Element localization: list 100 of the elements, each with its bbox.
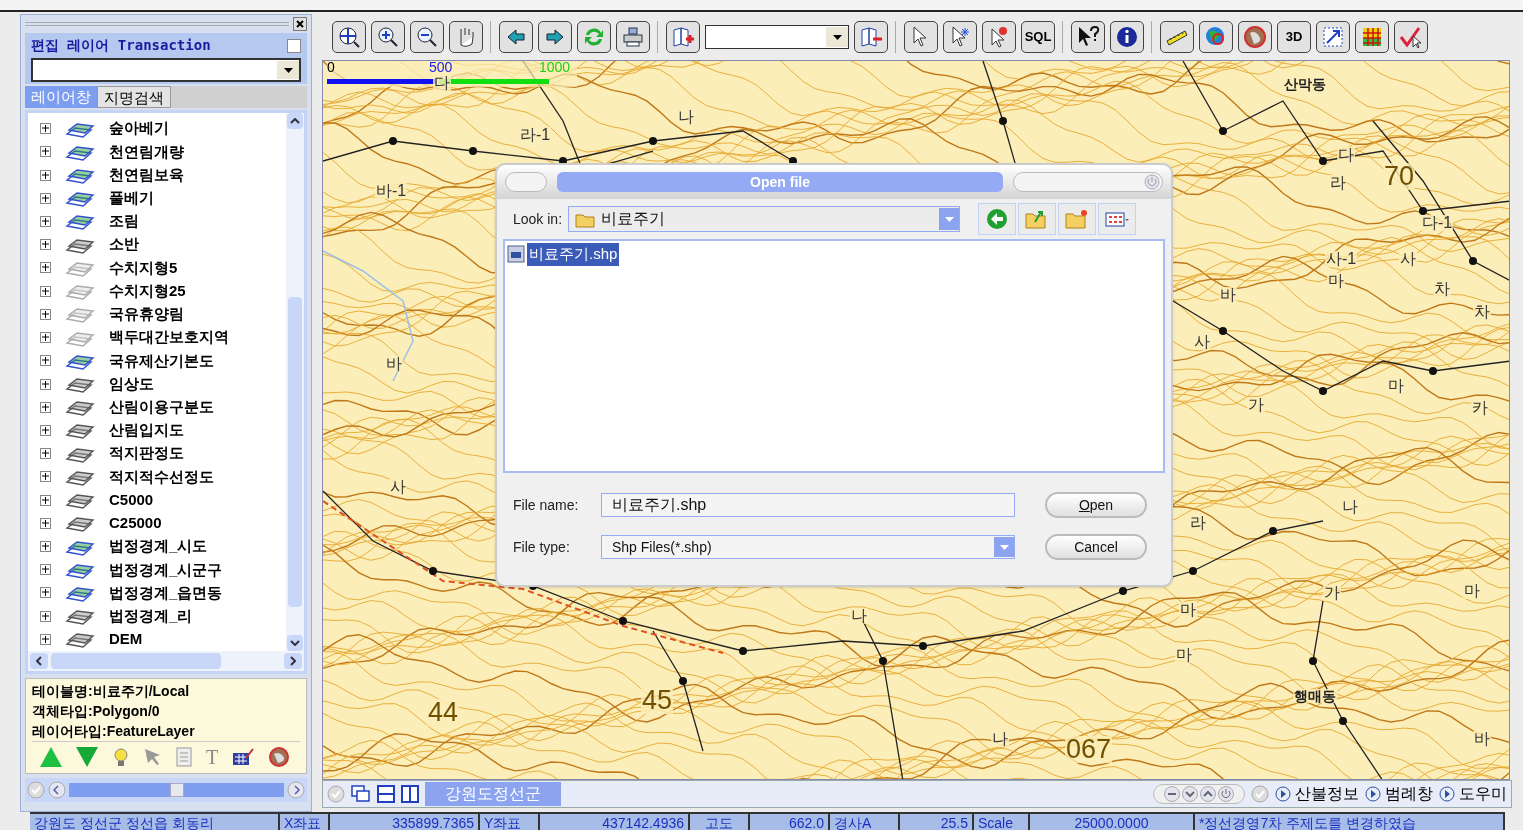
expand-toggle[interactable]	[40, 192, 51, 204]
expand-toggle[interactable]	[40, 355, 51, 367]
expand-toggle[interactable]	[40, 564, 51, 576]
next-icon[interactable]	[287, 781, 305, 799]
expand-toggle[interactable]	[40, 541, 51, 553]
minimize-icon[interactable]	[1164, 786, 1180, 802]
3d-view-button[interactable]: 3D	[1277, 21, 1311, 53]
triangle-down-icon[interactable]	[76, 746, 98, 767]
expand-icon[interactable]	[1200, 786, 1216, 802]
panel-toggle-button[interactable]: 범례창	[1365, 782, 1433, 806]
expand-toggle[interactable]	[40, 424, 51, 436]
select-star-button[interactable]	[943, 21, 977, 53]
resize-arrow-button[interactable]	[1316, 21, 1350, 53]
collapse-icon[interactable]	[1182, 786, 1198, 802]
cascade-windows-icon[interactable]	[351, 785, 371, 803]
layer-name[interactable]: 숲아베기	[109, 117, 169, 140]
transaction-checkbox[interactable]	[287, 38, 301, 53]
previous-icon[interactable]	[48, 781, 66, 799]
up-folder-button[interactable]	[1018, 203, 1057, 235]
layer-name[interactable]: 풀베기	[109, 187, 154, 210]
new-folder-button[interactable]	[1058, 203, 1097, 235]
layer-name[interactable]: 법정경계_리	[109, 604, 193, 628]
help-pointer-button[interactable]	[1071, 21, 1105, 53]
full-extent-button[interactable]	[332, 21, 366, 53]
edit-layer-dropdown[interactable]	[31, 58, 301, 82]
panel-toggle-button[interactable]: 산불정보	[1275, 782, 1359, 806]
expand-toggle[interactable]	[40, 494, 51, 506]
panel-toggle-button[interactable]: 도우미	[1439, 782, 1507, 806]
info-button[interactable]	[1110, 21, 1144, 53]
expand-toggle[interactable]	[40, 285, 51, 297]
expand-toggle[interactable]	[40, 401, 51, 413]
check-icon[interactable]	[327, 785, 345, 803]
layer-name[interactable]: C5000	[109, 488, 154, 512]
layer-name[interactable]: 법정경계_시군구	[109, 558, 223, 581]
check-icon[interactable]	[27, 781, 45, 799]
cursor-arrow-icon[interactable]	[144, 747, 162, 766]
expand-toggle[interactable]	[40, 146, 51, 158]
expand-toggle[interactable]	[40, 262, 51, 274]
vertical-scrollbar[interactable]	[286, 113, 304, 651]
file-name-field[interactable]: 비료주기.shp	[601, 493, 1015, 517]
layer-name[interactable]: C25000	[109, 512, 162, 535]
expand-toggle[interactable]	[40, 471, 51, 483]
color-grid-button[interactable]	[1355, 21, 1389, 53]
expand-toggle[interactable]	[40, 123, 51, 135]
print-button[interactable]	[616, 21, 650, 53]
expand-toggle[interactable]	[40, 448, 51, 460]
layer-name[interactable]: DEM	[109, 628, 143, 651]
globe-icon[interactable]	[268, 745, 291, 768]
lightbulb-icon[interactable]	[112, 746, 130, 767]
layer-name[interactable]: 백두대간보호지역	[109, 326, 229, 349]
layer-name[interactable]: 산림이용구분도	[109, 396, 214, 419]
expand-toggle[interactable]	[40, 308, 51, 320]
forward-button[interactable]	[538, 21, 572, 53]
globe-button[interactable]	[1238, 21, 1272, 53]
cancel-button[interactable]: Cancel	[1045, 534, 1147, 560]
layer-dropdown[interactable]	[705, 25, 849, 49]
expand-toggle[interactable]	[40, 610, 51, 622]
zoom-out-button[interactable]	[410, 21, 444, 53]
expand-toggle[interactable]	[40, 587, 51, 599]
layer-name[interactable]: 천연림보육	[109, 163, 184, 187]
layer-name[interactable]: 수치지형5	[109, 256, 178, 280]
back-button[interactable]	[499, 21, 533, 53]
layer-name[interactable]: 임상도	[109, 372, 154, 396]
close-button[interactable]	[293, 17, 307, 31]
layer-name[interactable]: 법정경계_읍면동	[109, 581, 223, 605]
slider-track[interactable]	[69, 783, 284, 797]
layer-name[interactable]: 수치지형25	[109, 279, 186, 303]
horizontal-scrollbar[interactable]	[28, 651, 304, 671]
file-item[interactable]: 비료주기.shp	[527, 243, 620, 266]
zoom-in-button[interactable]	[371, 21, 405, 53]
expand-toggle[interactable]	[40, 378, 51, 390]
layer-name[interactable]: 산림입지도	[109, 419, 184, 442]
expand-toggle[interactable]	[40, 216, 51, 227]
table-edit-icon[interactable]	[232, 747, 255, 766]
power-icon[interactable]	[1218, 786, 1234, 802]
globe-search-button[interactable]	[1199, 21, 1233, 53]
pan-hand-button[interactable]	[449, 21, 483, 53]
horizontal-split-icon[interactable]	[377, 785, 395, 803]
refresh-button[interactable]	[577, 21, 611, 53]
expand-toggle[interactable]	[40, 169, 51, 181]
layer-name[interactable]: 국유휴양림	[109, 303, 184, 326]
select-arrow-button[interactable]	[904, 21, 938, 53]
add-layer-button[interactable]	[666, 21, 700, 53]
layer-name[interactable]: 조림	[109, 210, 139, 233]
expand-toggle[interactable]	[40, 332, 51, 344]
layer-panel-tab[interactable]: 지명검색	[97, 86, 171, 108]
file-type-dropdown[interactable]: Shp Files(*.shp)	[601, 535, 1015, 559]
open-button[interactable]: Open	[1045, 492, 1147, 518]
check-pointer-button[interactable]	[1394, 21, 1428, 53]
vertical-split-icon[interactable]	[401, 785, 419, 803]
layer-name[interactable]: 법정경계_시도	[109, 535, 208, 558]
layer-name[interactable]: 천연림개량	[109, 140, 184, 164]
view-menu-button[interactable]	[1098, 203, 1137, 235]
sql-query-button[interactable]: SQL	[1021, 21, 1055, 53]
remove-layer-button[interactable]	[854, 21, 888, 53]
layer-name[interactable]: 적지적수선정도	[109, 465, 214, 489]
expand-toggle[interactable]	[40, 239, 51, 251]
look-in-dropdown[interactable]: 비료주기	[568, 206, 961, 232]
expand-toggle[interactable]	[40, 633, 51, 645]
layer-name[interactable]: 적지판정도	[109, 442, 184, 465]
